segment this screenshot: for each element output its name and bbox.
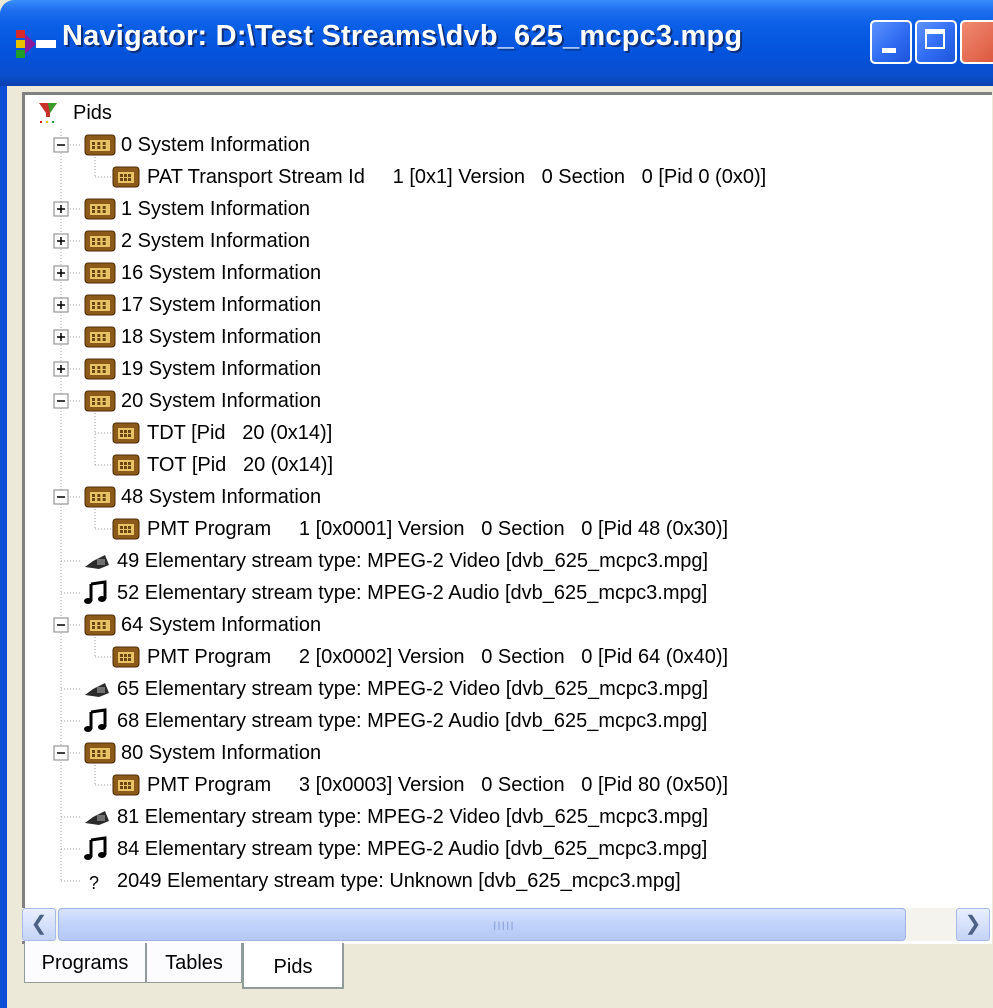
folder-table-icon — [84, 326, 116, 348]
grip-icon: IIIII — [493, 919, 515, 933]
music-note-icon — [84, 580, 107, 604]
table-icon — [112, 454, 140, 476]
music-note-icon — [84, 708, 107, 732]
tree-item[interactable]: 64 System Information — [121, 609, 321, 641]
tab-tables[interactable]: Tables — [146, 943, 242, 983]
tree-item[interactable]: 1 System Information — [121, 193, 310, 225]
folder-table-icon — [84, 294, 116, 316]
folder-table-icon — [84, 742, 116, 764]
video-camera-icon — [85, 811, 109, 825]
music-note-icon — [84, 836, 107, 860]
tree-item[interactable]: 19 System Information — [121, 353, 321, 385]
maximize-button[interactable] — [915, 20, 957, 64]
tree-panel: ? Pids 0 System Information PAT Transport … — [22, 92, 992, 944]
tree-item[interactable]: PMT Program 2 [0x0002] Version 0 Section… — [147, 641, 728, 673]
tree-item[interactable]: TDT [Pid 20 (0x14)] — [147, 417, 332, 449]
tree-item[interactable]: 80 System Information — [121, 737, 321, 769]
scroll-thumb[interactable]: IIIII — [58, 908, 906, 941]
tree-item[interactable]: PMT Program 1 [0x0001] Version 0 Section… — [147, 513, 728, 545]
folder-table-icon — [84, 486, 116, 508]
minimize-icon — [882, 48, 896, 53]
tree-item[interactable]: 65 Elementary stream type: MPEG-2 Video … — [117, 673, 708, 705]
tree-item[interactable]: 0 System Information — [121, 129, 310, 161]
tree-item[interactable]: TOT [Pid 20 (0x14)] — [147, 449, 333, 481]
tree-item[interactable]: 68 Elementary stream type: MPEG-2 Audio … — [117, 705, 707, 737]
tree-item[interactable]: 52 Elementary stream type: MPEG-2 Audio … — [117, 577, 707, 609]
folder-table-icon — [84, 262, 116, 284]
video-camera-icon — [85, 683, 109, 697]
window-frame-left — [0, 86, 7, 1008]
scroll-right-button[interactable]: ❯ — [956, 908, 990, 941]
unknown-stream-icon: ? — [89, 873, 99, 893]
video-camera-icon — [85, 555, 109, 569]
minimize-button[interactable] — [870, 20, 912, 64]
table-icon — [112, 518, 140, 540]
scroll-left-button[interactable]: ❮ — [22, 908, 56, 941]
app-icon — [16, 30, 56, 58]
pid-tree[interactable]: ? Pids 0 System Information PAT Transport … — [25, 95, 992, 897]
maximize-icon — [925, 29, 945, 49]
tree-item[interactable]: 84 Elementary stream type: MPEG-2 Audio … — [117, 833, 707, 865]
tree-item[interactable]: 16 System Information — [121, 257, 321, 289]
tree-item[interactable]: 20 System Information — [121, 385, 321, 417]
tree-item[interactable]: 2049 Elementary stream type: Unknown [dv… — [117, 865, 681, 897]
folder-table-icon — [84, 230, 116, 252]
tree-item[interactable]: 48 System Information — [121, 481, 321, 513]
tree-item[interactable]: PAT Transport Stream Id 1 [0x1] Version … — [147, 161, 766, 193]
tree-item[interactable]: 2 System Information — [121, 225, 310, 257]
folder-table-icon — [84, 198, 116, 220]
filter-icon — [39, 103, 57, 123]
folder-table-icon — [84, 614, 116, 636]
navigator-window: Navigator: D:\Test Streams\dvb_625_mcpc3… — [0, 0, 993, 1008]
tree-item[interactable]: 49 Elementary stream type: MPEG-2 Video … — [117, 545, 708, 577]
table-icon — [112, 774, 140, 796]
close-button[interactable] — [960, 20, 993, 64]
tab-pids[interactable]: Pids — [242, 943, 344, 989]
window-title: Navigator: D:\Test Streams\dvb_625_mcpc3… — [62, 20, 743, 52]
tree-root-label[interactable]: Pids — [73, 97, 112, 129]
tab-strip: Programs Tables Pids — [22, 943, 993, 1008]
table-icon — [112, 646, 140, 668]
table-icon — [112, 166, 140, 188]
folder-table-icon — [84, 390, 116, 412]
tree-item[interactable]: 81 Elementary stream type: MPEG-2 Video … — [117, 801, 708, 833]
folder-table-icon — [84, 358, 116, 380]
title-bar[interactable]: Navigator: D:\Test Streams\dvb_625_mcpc3… — [0, 0, 993, 86]
tab-programs[interactable]: Programs — [24, 943, 146, 983]
horizontal-scrollbar[interactable]: ❮ IIIII ❯ — [22, 908, 990, 941]
chevron-left-icon: ❮ — [30, 913, 48, 935]
chevron-right-icon: ❯ — [964, 913, 982, 935]
tree-item[interactable]: 18 System Information — [121, 321, 321, 353]
folder-table-icon — [84, 134, 116, 156]
table-icon — [112, 422, 140, 444]
tree-item[interactable]: 17 System Information — [121, 289, 321, 321]
tree-item[interactable]: PMT Program 3 [0x0003] Version 0 Section… — [147, 769, 728, 801]
